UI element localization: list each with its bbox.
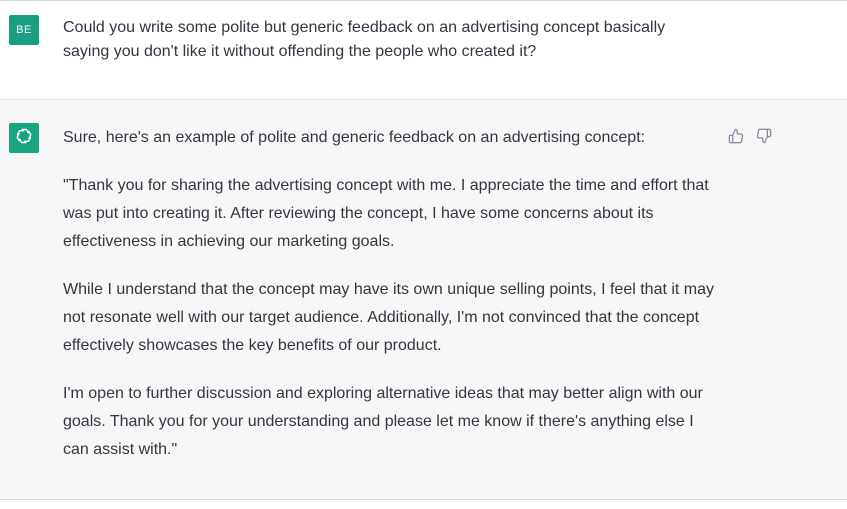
assistant-paragraph: I'm open to further discussion and explo… [63,385,703,458]
assistant-paragraph: While I understand that the concept may … [63,281,715,354]
feedback-buttons [728,128,772,144]
user-avatar: BE [9,15,39,45]
openai-logo-icon [13,125,35,152]
user-avatar-initials: BE [16,24,32,36]
user-message-text: Could you write some polite but generic … [63,19,666,60]
thumbs-down-icon [756,128,772,144]
thumbs-up-button[interactable] [728,128,744,144]
thumbs-down-button[interactable] [756,128,772,144]
assistant-avatar [9,123,39,153]
thumbs-up-icon [728,128,744,144]
assistant-paragraph: Sure, here's an example of polite and ge… [63,129,646,146]
assistant-message-text: Sure, here's an example of polite and ge… [63,124,718,484]
assistant-message-row: Sure, here's an example of polite and ge… [0,100,847,500]
assistant-paragraph: "Thank you for sharing the advertising c… [63,177,709,250]
user-message-row: BE Could you write some polite but gener… [0,1,847,100]
